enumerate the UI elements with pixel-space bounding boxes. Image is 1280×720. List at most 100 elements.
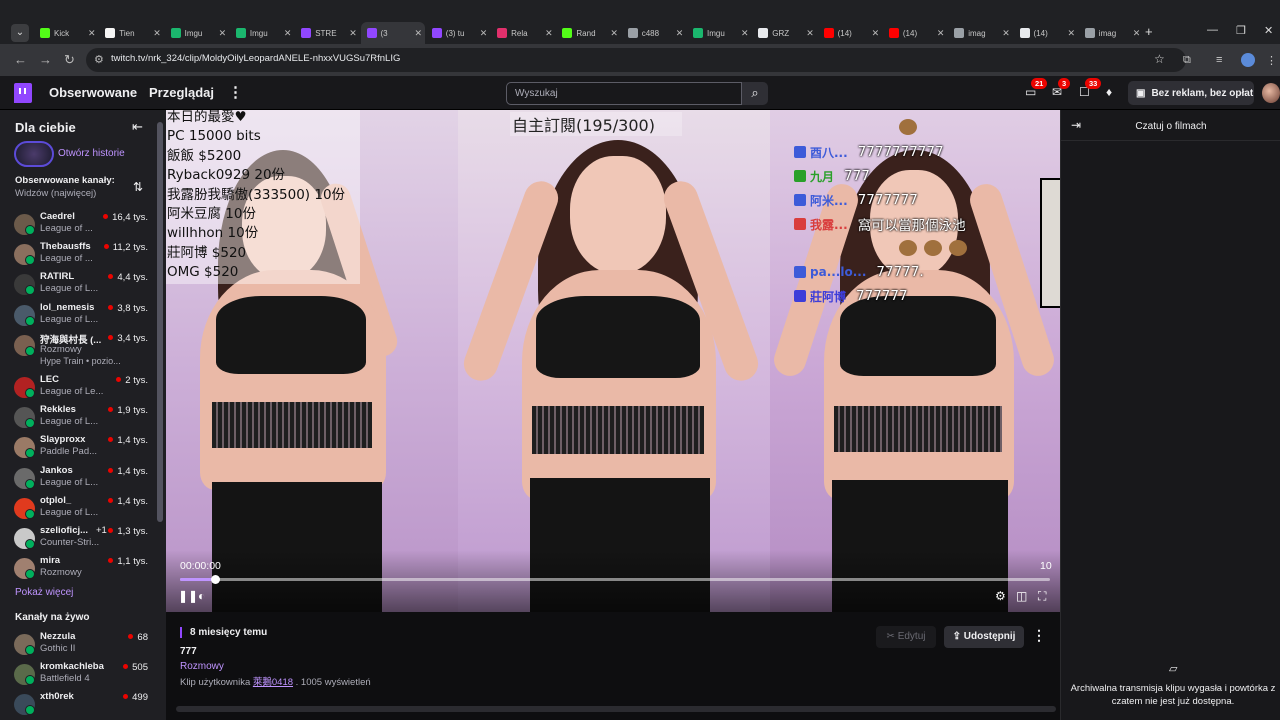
share-button[interactable]: ⇪ Udostępnij — [944, 626, 1024, 648]
sidebar-channel[interactable]: RATIRL League of L... 4,4 tys. — [14, 271, 156, 301]
extensions-icon[interactable]: ⧉ — [1183, 54, 1191, 67]
sidebar-channel[interactable]: 狩海與村長 (... Rozmowy 3,4 tys. Hype Train • po… — [14, 332, 156, 366]
sidebar-channel[interactable]: szelioficj... Counter-Stri... 1,3 tys. +1 — [14, 525, 156, 555]
tab-close-icon[interactable]: ✕ — [806, 28, 816, 39]
chat-badge-icon — [794, 170, 806, 182]
tab-close-icon[interactable]: ✕ — [1002, 28, 1012, 39]
sidebar-channel[interactable]: kromkachleba Battlefield 4 505 — [14, 661, 156, 691]
sort-icon[interactable]: ⇅ — [133, 180, 143, 194]
sidebar-channel[interactable]: otplol_ League of L... 1,4 tys. — [14, 495, 156, 525]
browser-tab[interactable]: Imgu ✕ — [165, 22, 229, 44]
prime-crown-icon[interactable]: ♦ — [1106, 85, 1112, 99]
browser-tab[interactable]: Tien ✕ — [99, 22, 163, 44]
fullscreen-icon[interactable]: ⛶ — [1038, 589, 1046, 604]
back-icon[interactable]: ← — [14, 52, 27, 67]
media-icon[interactable]: ≡ — [1216, 54, 1222, 66]
whispers-icon[interactable]: ✉ 3 — [1052, 78, 1071, 99]
sidebar-channel[interactable]: Jankos League of L... 1,4 tys. — [14, 465, 156, 495]
user-avatar[interactable] — [1262, 83, 1280, 103]
video-player[interactable]: 本日的最愛♥ PC 15000 bits 飯飯 $5200 Ryback0929 20… — [166, 110, 1060, 612]
tab-close-icon[interactable]: ✕ — [937, 28, 947, 39]
browser-tab[interactable]: Rand ✕ — [556, 22, 620, 44]
notifications-icon[interactable]: ☐ 33 — [1079, 78, 1102, 99]
seek-handle[interactable] — [210, 575, 220, 584]
edit-button[interactable]: ✂ Edytuj — [876, 626, 936, 648]
close-window-icon[interactable]: ✕ — [1264, 24, 1273, 37]
tab-close-icon[interactable]: ✕ — [676, 28, 686, 39]
reload-icon[interactable]: ↻ — [64, 52, 75, 68]
inbox-icon[interactable]: ▭ 21 — [1025, 78, 1048, 99]
forward-icon[interactable]: → — [39, 52, 52, 67]
tab-close-icon[interactable]: ✕ — [349, 28, 359, 39]
browser-tab[interactable]: (14) ✕ — [1014, 22, 1078, 44]
minimize-icon[interactable]: — — [1207, 24, 1218, 36]
search-icon[interactable]: ⌕ — [742, 82, 768, 105]
tab-close-icon[interactable]: ✕ — [872, 28, 882, 39]
search-input[interactable]: Wyszukaj — [506, 82, 742, 105]
browser-tab[interactable]: c488 ✕ — [622, 22, 686, 44]
restore-icon[interactable]: ❐ — [1236, 24, 1246, 37]
figure-face — [570, 156, 666, 274]
bookmark-star-icon[interactable]: ☆ — [1154, 52, 1165, 66]
sidebar-scrollbar[interactable] — [157, 122, 163, 522]
browser-tab[interactable]: (14) ✕ — [818, 22, 882, 44]
browser-tab[interactable]: (3 ✕ — [360, 22, 425, 44]
sidebar-channel[interactable]: LEC League of Le... 2 tys. — [14, 374, 156, 404]
nav-following[interactable]: Obserwowane — [49, 85, 137, 100]
collapse-sidebar-icon[interactable]: ⇤ — [132, 119, 143, 135]
history-avatar-icon[interactable] — [14, 141, 54, 167]
clip-more-icon[interactable]: ⋮ — [1032, 627, 1046, 644]
sidebar-channel[interactable]: mira Rozmowy 1,1 tys. — [14, 555, 156, 585]
browser-tab[interactable]: Rela ✕ — [491, 22, 555, 44]
site-info-icon[interactable]: ⚙ — [94, 53, 104, 66]
tab-close-icon[interactable]: ✕ — [284, 28, 294, 39]
tab-close-icon[interactable]: ✕ — [480, 28, 490, 39]
sidebar-channel[interactable]: Caedrel League of ... 16,4 tys. — [14, 211, 156, 241]
browser-tab[interactable]: GRZ ✕ — [752, 22, 816, 44]
sidebar-channel[interactable]: xth0rek 499 — [14, 691, 156, 720]
twitch-logo-icon[interactable] — [14, 83, 32, 103]
sidebar-channel[interactable]: Nezzula Gothic II 68 — [14, 631, 156, 661]
browser-tab[interactable]: Kick ✕ — [34, 22, 98, 44]
browser-tab[interactable]: (3) tu ✕ — [426, 22, 490, 44]
settings-icon[interactable]: ⚙ — [995, 589, 1006, 603]
tab-close-icon[interactable]: ✕ — [741, 28, 751, 39]
sidebar-channel[interactable]: Thebausffs League of ... 11,2 tys. — [14, 241, 156, 271]
clip-author-link[interactable]: 萊鵝0418 — [253, 677, 293, 688]
profile-avatar[interactable] — [1241, 53, 1255, 67]
browser-tab[interactable]: Imgu ✕ — [687, 22, 751, 44]
more-menu-icon[interactable]: ⋮ — [228, 83, 243, 101]
address-bar[interactable]: ⚙ twitch.tv/nrk_324/clip/MoldyOilyLeopar… — [86, 48, 1186, 72]
horizontal-scrollbar[interactable] — [176, 706, 1056, 712]
adfree-button[interactable]: ▣ Bez reklam, bez opłat — [1128, 81, 1254, 105]
sidebar-channel[interactable]: Rekkles League of L... 1,9 tys. — [14, 404, 156, 434]
tab-close-icon[interactable]: ✕ — [1133, 28, 1143, 39]
browser-tab[interactable]: imag ✕ — [948, 22, 1012, 44]
tab-close-icon[interactable]: ✕ — [88, 28, 98, 39]
browser-tab[interactable]: (14) ✕ — [883, 22, 947, 44]
browser-tab[interactable]: Imgu ✕ — [230, 22, 294, 44]
nav-browse[interactable]: Przeglądaj — [149, 85, 214, 100]
seek-bar[interactable] — [180, 575, 1050, 584]
tab-close-icon[interactable]: ✕ — [610, 28, 620, 39]
clip-category-link[interactable]: Rozmowy — [180, 661, 224, 672]
sidebar-channel[interactable]: lol_nemesis League of L... 3,8 tys. — [14, 302, 156, 332]
tab-close-icon[interactable]: ✕ — [545, 28, 555, 39]
open-history-link[interactable]: Otwórz historie — [58, 148, 125, 159]
tab-close-icon[interactable]: ✕ — [219, 28, 229, 39]
url-text[interactable]: twitch.tv/nrk_324/clip/MoldyOilyLeopardA… — [111, 53, 400, 64]
sidebar-channel[interactable]: Slayproxx Paddle Pad... 1,4 tys. — [14, 434, 156, 464]
browser-tab[interactable]: imag ✕ — [1079, 22, 1143, 44]
volume-icon[interactable]: ◐ — [198, 589, 205, 603]
pause-icon[interactable]: ❚❚ — [178, 589, 198, 603]
browser-tab[interactable]: STRE ✕ — [295, 22, 359, 44]
new-tab-icon[interactable]: + — [1145, 24, 1153, 39]
viewer-count: 1,4 tys. — [108, 496, 148, 507]
theatre-mode-icon[interactable]: ◫ — [1016, 589, 1027, 603]
chrome-menu-icon[interactable]: ⋮ — [1266, 54, 1277, 67]
tab-close-icon[interactable]: ✕ — [153, 28, 163, 39]
tab-close-icon[interactable]: ✕ — [1068, 28, 1078, 39]
show-more-link[interactable]: Pokaż więcej — [15, 587, 73, 598]
tab-close-icon[interactable]: ✕ — [415, 28, 425, 39]
tab-search-icon[interactable]: ⌄ — [11, 24, 29, 42]
